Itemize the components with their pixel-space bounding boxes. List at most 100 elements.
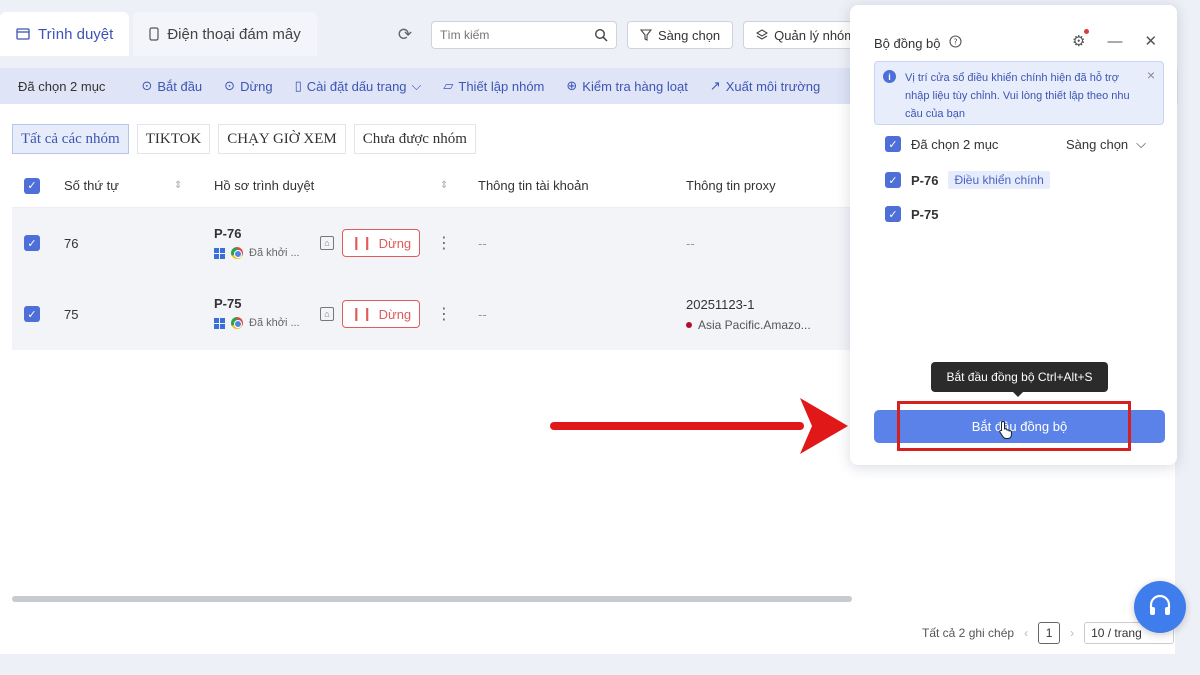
account-info: -- — [478, 306, 487, 322]
row-checkbox[interactable]: ✓ — [24, 235, 40, 251]
globe-icon: ⊕ — [566, 78, 578, 93]
settings-icon[interactable]: ⚙ — [1072, 29, 1090, 50]
table-row[interactable]: ✓ 76 P-76 Đã khởi ... ⌂ ❙❙ Dừng ⋮ -- -- — [12, 208, 850, 278]
select-all-checkbox[interactable]: ✓ — [24, 177, 40, 194]
sync-panel-title-label: Bộ đồng bộ — [874, 35, 941, 51]
stop-action[interactable]: ⊙ Dừng — [224, 78, 272, 94]
row-number: 76 — [64, 235, 79, 251]
sync-filter-dropdown[interactable]: Sàng chọn ⌵ — [1066, 136, 1146, 152]
column-number: Số thứ tự — [64, 178, 119, 193]
sync-item-checkbox[interactable]: ✓ — [885, 206, 901, 222]
row-checkbox[interactable]: ✓ — [24, 306, 40, 322]
column-proxy: Thông tin proxy — [686, 178, 776, 193]
total-records: Tất cả 2 ghi chép — [922, 626, 1015, 640]
table-header: ✓ Số thứ tự ⇕ Hồ sơ trình duyệt ⇕ Thông … — [12, 164, 850, 208]
stop-button[interactable]: ❙❙ Dừng — [342, 229, 420, 257]
search-input[interactable] — [440, 28, 580, 42]
phone-icon — [149, 27, 159, 41]
app-window: Trình duyệt Điện thoại đám mây ⟳ Sàng ch… — [0, 0, 1200, 675]
minimize-icon[interactable]: — — [1107, 33, 1122, 50]
pause-icon: ❙❙ — [350, 306, 373, 321]
bookmark-action-label: Cài đặt dấu trang — [306, 78, 407, 94]
start-sync-tooltip: Bắt đầu đồng bộ Ctrl+Alt+S — [931, 362, 1108, 397]
table-row[interactable]: ✓ 75 P-75 Đã khởi ... ⌂ ❙❙ Dừng ⋮ -- 2025… — [12, 278, 850, 350]
folder-icon: ▱ — [443, 78, 454, 93]
support-headset-button[interactable] — [1134, 581, 1186, 633]
tab-cloud-phone[interactable]: Điện thoại đám mây — [133, 12, 317, 56]
proxy-info: 20251123-1 Asia Pacific.Amazo... — [686, 297, 811, 332]
profile-meta: Đã khởi ... — [214, 247, 300, 259]
more-options-icon[interactable]: ⋮ — [436, 233, 452, 253]
main-control-badge: Điều khiển chính — [948, 171, 1050, 189]
sync-item-checkbox[interactable]: ✓ — [885, 172, 901, 188]
search-icon[interactable] — [594, 28, 608, 42]
group-tab-ungrouped[interactable]: Chưa được nhóm — [353, 124, 476, 154]
top-toolbar: ⟳ Sàng chọn Quản lý nhóm — [395, 21, 864, 49]
sync-panel-title: Bộ đồng bộ ? — [874, 35, 962, 51]
sync-filter-label: Sàng chọn — [1066, 136, 1129, 152]
window-icon[interactable]: ⌂ — [320, 236, 334, 250]
column-account: Thông tin tài khoản — [478, 178, 589, 193]
profile-status: Đã khởi ... — [249, 247, 300, 259]
sync-panel-tools: ⚙ — ✕ — [1072, 29, 1157, 50]
play-circle-icon: ⊙ — [141, 78, 153, 93]
sync-item[interactable]: ✓ P-75 — [885, 206, 938, 222]
info-notice: i Vị trí cửa sổ điều khiển chính hiện đã… — [874, 61, 1164, 125]
proxy-name: 20251123-1 — [686, 296, 755, 312]
more-options-icon[interactable]: ⋮ — [436, 304, 452, 324]
export-env-action[interactable]: ↗ Xuất môi trường — [710, 78, 820, 94]
notice-text: Vị trí cửa sổ điều khiển chính hiện đã h… — [905, 72, 1130, 120]
prev-page-icon[interactable]: ‹ — [1024, 626, 1028, 640]
search-box[interactable] — [431, 21, 617, 49]
profile-cell: P-76 Đã khởi ... — [214, 226, 300, 259]
stop-button[interactable]: ❙❙ Dừng — [342, 300, 420, 328]
horizontal-scrollbar[interactable] — [12, 596, 852, 602]
filter-button[interactable]: Sàng chọn — [627, 21, 734, 49]
refresh-icon[interactable]: ⟳ — [395, 25, 415, 45]
profile-name[interactable]: P-76 — [214, 226, 300, 241]
filter-button-label: Sàng chọn — [658, 27, 721, 43]
chevron-down-icon: ⌵ — [411, 78, 422, 93]
layers-icon — [756, 29, 769, 41]
bookmark-icon: ▯ — [294, 78, 302, 93]
start-action[interactable]: ⊙ Bắt đầu — [141, 78, 202, 94]
setup-group-action[interactable]: ▱ Thiết lập nhóm — [443, 78, 544, 94]
sort-icon[interactable]: ⇕ — [440, 180, 448, 191]
batch-check-label: Kiểm tra hàng loạt — [582, 78, 688, 94]
proxy-region: Asia Pacific.Amazo... — [686, 318, 811, 332]
filter-icon — [640, 29, 652, 41]
selected-count: Đã chọn 2 mục — [18, 78, 106, 94]
sync-item[interactable]: ✓ P-76 Điều khiển chính — [885, 171, 1050, 189]
export-icon: ↗ — [709, 78, 721, 93]
pause-icon: ❙❙ — [350, 235, 373, 250]
group-tab-tiktok[interactable]: TIKTOK — [136, 124, 211, 154]
notification-dot — [1084, 29, 1090, 34]
group-manage-button[interactable]: Quản lý nhóm — [743, 21, 864, 49]
batch-check-action[interactable]: ⊕ Kiểm tra hàng loạt — [566, 78, 687, 94]
window-icon[interactable]: ⌂ — [320, 307, 334, 321]
sync-select-all[interactable]: ✓ Đã chọn 2 mục — [885, 136, 998, 152]
proxy-region-label: Asia Pacific.Amazo... — [698, 317, 811, 332]
chrome-icon — [231, 247, 243, 259]
profile-name[interactable]: P-75 — [214, 296, 300, 311]
help-icon[interactable]: ? — [948, 35, 962, 51]
group-tab-watch-time[interactable]: CHẠY GIỜ XEM — [218, 124, 346, 154]
close-icon[interactable]: ✕ — [1144, 32, 1157, 50]
stop-button-label: Dừng — [378, 306, 412, 322]
tab-browser[interactable]: Trình duyệt — [0, 12, 130, 56]
close-notice-icon[interactable]: × — [1147, 66, 1155, 84]
group-tab-all[interactable]: Tất cả các nhóm — [12, 124, 129, 154]
group-manage-label: Quản lý nhóm — [774, 27, 856, 43]
export-env-label: Xuất môi trường — [725, 78, 821, 94]
start-action-label: Bắt đầu — [157, 78, 203, 94]
sync-select-all-checkbox[interactable]: ✓ — [885, 136, 901, 152]
next-page-icon[interactable]: › — [1070, 626, 1074, 640]
red-arrow-icon — [550, 398, 848, 454]
highlight-box — [897, 401, 1131, 451]
tab-browser-label: Trình duyệt — [38, 25, 114, 43]
bookmark-settings-action[interactable]: ▯ Cài đặt dấu trang ⌵ — [295, 78, 422, 94]
sort-icon[interactable]: ⇕ — [174, 180, 182, 191]
setup-group-label: Thiết lập nhóm — [458, 78, 545, 94]
page-number[interactable]: 1 — [1038, 622, 1061, 644]
column-profile: Hồ sơ trình duyệt — [214, 178, 315, 193]
